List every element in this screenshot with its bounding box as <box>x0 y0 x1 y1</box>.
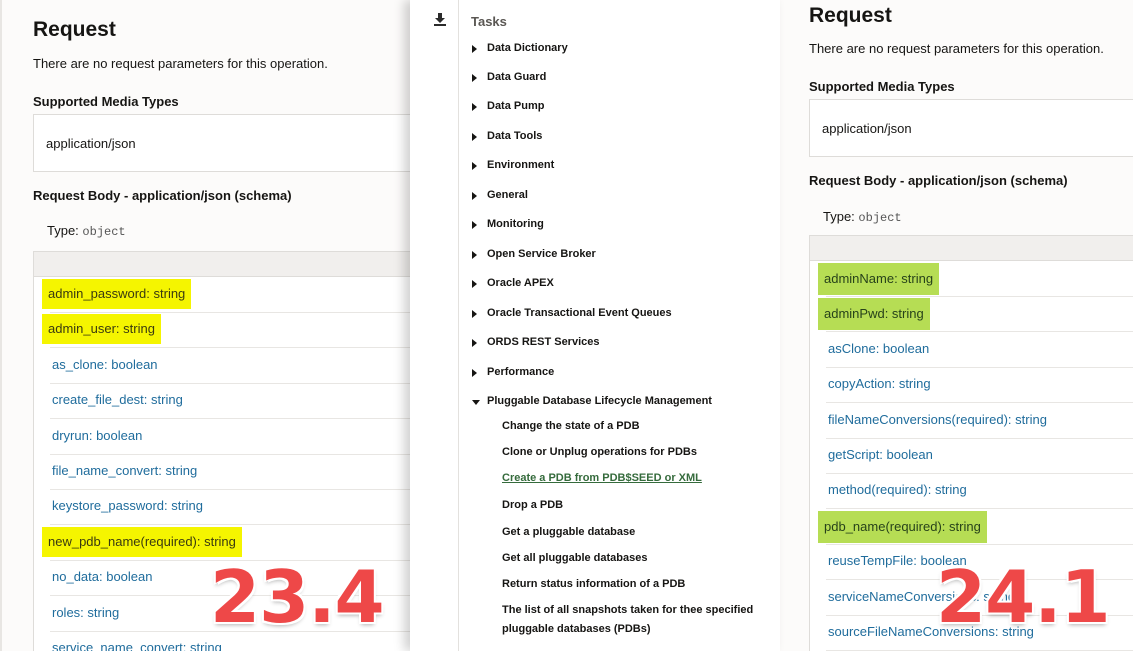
schema-field-row[interactable]: admin_password: string <box>42 277 412 313</box>
nav-item-label: Monitoring <box>487 218 544 230</box>
nav-subitem[interactable]: Change the state of a PDB <box>502 417 772 436</box>
nav-subitem[interactable]: Drop a PDB <box>502 496 772 515</box>
caret-right-icon[interactable] <box>472 221 477 229</box>
nav-gutter <box>410 0 459 651</box>
nav-item-label: Environment <box>487 159 555 171</box>
schema-field-link[interactable]: asClone: boolean <box>826 341 931 356</box>
schema-field-row[interactable]: pdb_name(required): string <box>818 509 1133 545</box>
nav-item-label: Open Service Broker <box>487 248 596 260</box>
type-value: object <box>82 225 126 239</box>
nav-item-label: Pluggable Database Lifecycle Management <box>487 395 712 407</box>
caret-right-icon[interactable] <box>472 74 477 82</box>
schema-field-row[interactable]: asClone: boolean <box>826 332 1133 368</box>
nav-item-label: Data Guard <box>487 71 547 83</box>
download-icon[interactable] <box>433 12 447 26</box>
caret-right-icon[interactable] <box>472 103 477 111</box>
schema-field-link[interactable]: service_name_convert: string <box>50 640 224 651</box>
no-params-text: There are no request parameters for this… <box>33 56 328 71</box>
nav-subitem[interactable]: Clone or Unplug operations for PDBs <box>502 443 772 462</box>
nav-item-label: Performance <box>487 366 555 378</box>
nav-item-label: Data Pump <box>487 100 545 112</box>
nav-subitem-active[interactable]: Create a PDB from PDB$SEED or XML <box>502 469 772 488</box>
schema-field-link[interactable]: keystore_password: string <box>50 498 205 513</box>
nav-item-label: Oracle APEX <box>487 277 554 289</box>
nav-subitem[interactable]: Return status information of a PDB <box>502 575 772 594</box>
page-title: Request <box>809 4 892 27</box>
caret-right-icon[interactable] <box>472 162 477 170</box>
schema-field-link[interactable]: getScript: boolean <box>826 447 935 462</box>
schema-field-link[interactable]: as_clone: boolean <box>50 357 160 372</box>
tasks-title: Tasks <box>471 14 507 29</box>
schema-field-link[interactable]: adminName: string <box>818 263 940 295</box>
caret-down-icon[interactable] <box>472 400 480 405</box>
schema-field-link[interactable]: method(required): string <box>826 482 969 497</box>
schema-field-link[interactable]: admin_user: string <box>42 314 161 345</box>
nav-subitem[interactable]: Get a pluggable database <box>502 523 772 542</box>
nav-item-label: Data Dictionary <box>487 42 568 54</box>
schema-field-row[interactable]: method(required): string <box>826 473 1133 510</box>
caret-right-icon[interactable] <box>472 45 477 53</box>
schema-field-row[interactable]: keystore_password: string <box>50 489 412 526</box>
schema-field-link[interactable]: dryrun: boolean <box>50 428 144 443</box>
schema-field-link[interactable]: create_file_dest: string <box>50 392 185 407</box>
nav-subitem[interactable]: Get all pluggable databases <box>502 549 772 568</box>
caret-right-icon[interactable] <box>472 280 477 288</box>
schema-field-row[interactable]: getScript: boolean <box>826 438 1133 474</box>
caret-right-icon[interactable] <box>472 369 477 377</box>
schema-field-row[interactable]: adminPwd: string <box>818 296 1133 333</box>
nav-item-label: Data Tools <box>487 130 543 142</box>
media-type-box: application/json <box>33 114 412 172</box>
right-panel: Request There are no request parameters … <box>780 0 1133 651</box>
schema-field-row[interactable]: dryrun: boolean <box>50 419 412 455</box>
schema-field-row[interactable]: admin_user: string <box>42 312 412 349</box>
caret-right-icon[interactable] <box>472 339 477 347</box>
schema-field-link[interactable]: admin_password: string <box>42 279 192 309</box>
nav-subitem[interactable]: The list of all snapshots taken for thee… <box>502 601 772 639</box>
schema-field-link[interactable]: fileNameConversions(required): string <box>826 412 1049 427</box>
type-label: Type: <box>47 223 79 238</box>
nav-item-label: ORDS REST Services <box>487 336 600 348</box>
schema-field-row[interactable]: copyAction: string <box>826 367 1133 404</box>
schema-field-row[interactable]: adminName: string <box>818 261 1133 297</box>
schema-field-row[interactable]: create_file_dest: string <box>50 383 412 420</box>
schema-field-link[interactable]: copyAction: string <box>826 376 933 391</box>
schema-table-header <box>34 252 412 277</box>
version-label-new: 24.1 <box>936 555 1111 639</box>
nav-item-label: General <box>487 189 528 201</box>
left-panel: Request There are no request parameters … <box>0 0 412 651</box>
schema-field-link[interactable]: adminPwd: string <box>818 298 930 331</box>
nav-item-label: Oracle Transactional Event Queues <box>487 307 672 319</box>
request-body-heading: Request Body - application/json (schema) <box>33 188 292 203</box>
media-type-box: application/json <box>809 99 1133 157</box>
schema-field-row[interactable]: file_name_convert: string <box>50 454 412 490</box>
type-line: Type: object <box>47 223 126 239</box>
schema-table-header <box>810 236 1133 261</box>
schema-field-link[interactable]: roles: string <box>50 605 121 620</box>
caret-right-icon[interactable] <box>472 133 477 141</box>
media-types-heading: Supported Media Types <box>33 94 179 109</box>
type-line: Type: object <box>823 209 902 225</box>
type-label: Type: <box>823 209 855 224</box>
schema-field-row[interactable]: fileNameConversions(required): string <box>826 403 1133 439</box>
caret-right-icon[interactable] <box>472 310 477 318</box>
tasks-nav-panel: Tasks Data Dictionary Data Guard Data Pump… <box>410 0 780 651</box>
schema-field-link[interactable]: pdb_name(required): string <box>818 510 987 543</box>
page-title: Request <box>33 18 116 41</box>
media-type-value: application/json <box>822 120 912 136</box>
media-type-value: application/json <box>46 135 136 151</box>
schema-field-link[interactable]: new_pdb_name(required): string <box>42 526 242 557</box>
media-types-heading: Supported Media Types <box>809 79 955 94</box>
caret-right-icon[interactable] <box>472 192 477 200</box>
caret-right-icon[interactable] <box>472 251 477 259</box>
schema-field-link[interactable]: no_data: boolean <box>50 569 154 584</box>
schema-field-link[interactable]: file_name_convert: string <box>50 463 199 478</box>
no-params-text: There are no request parameters for this… <box>809 41 1104 56</box>
schema-field-row[interactable]: as_clone: boolean <box>50 348 412 384</box>
type-value: object <box>858 211 902 225</box>
request-body-heading: Request Body - application/json (schema) <box>809 173 1068 188</box>
version-label-old: 23.4 <box>210 555 385 639</box>
